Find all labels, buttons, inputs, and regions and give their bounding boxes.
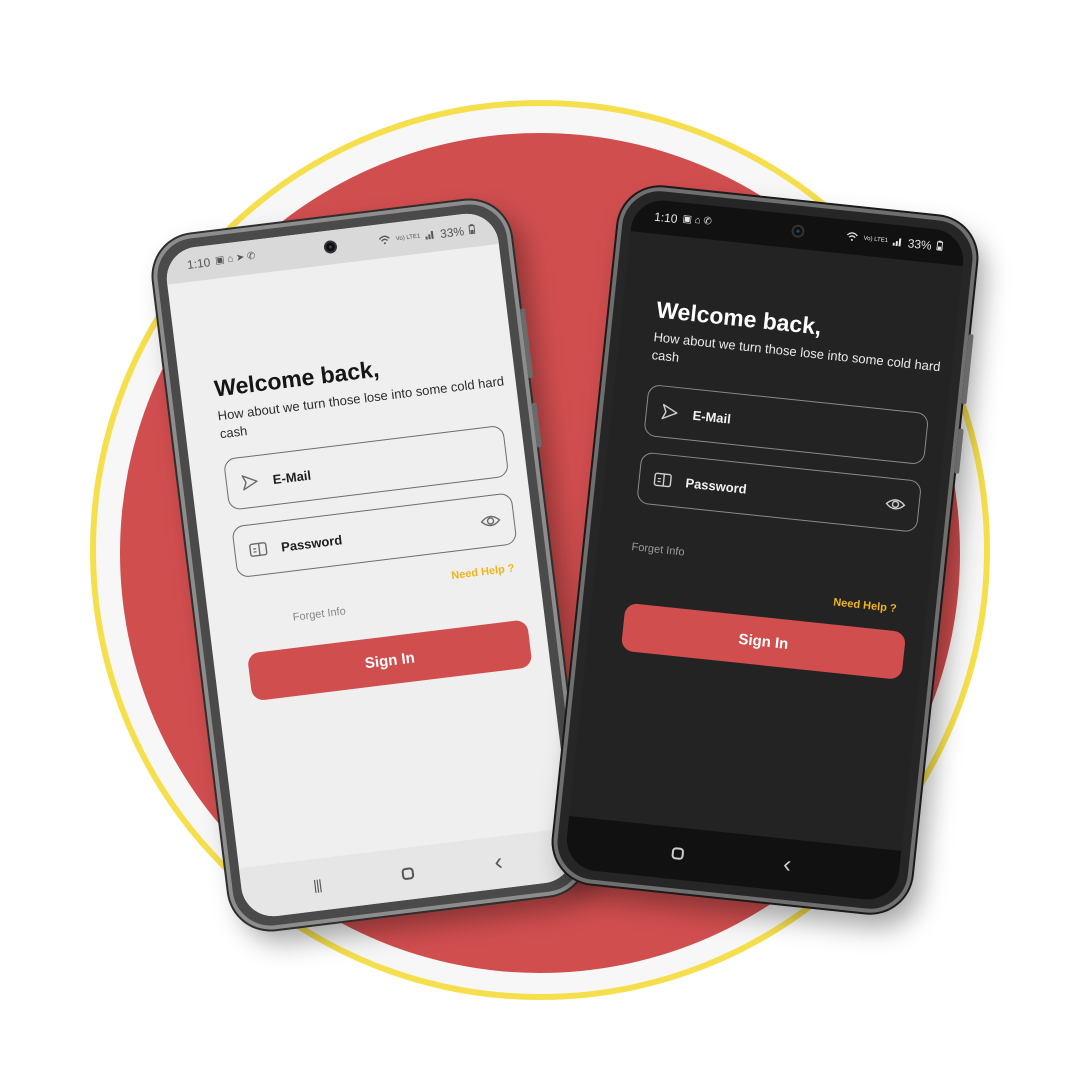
phone-dark-mode: 1:10 ▣ ⌂ ✆ Vo) LTE1 33% Welcome back, Ho…	[549, 183, 981, 917]
notification-icons: ▣ ⌂ ➤ ✆	[214, 250, 257, 267]
email-label: E-Mail	[691, 407, 732, 427]
back-icon[interactable]: ‹	[477, 845, 520, 880]
status-time: 1:10	[186, 255, 212, 273]
email-label: E-Mail	[271, 467, 312, 487]
login-form: Welcome back, How about we turn those lo…	[564, 231, 963, 902]
battery-icon	[468, 223, 476, 237]
id-card-icon	[246, 537, 271, 562]
home-icon[interactable]	[656, 837, 699, 871]
sign-in-button[interactable]: Sign In	[246, 619, 533, 702]
network-label: Vo) LTE1	[395, 233, 421, 243]
signal-icon	[892, 235, 903, 249]
password-label: Password	[684, 474, 748, 497]
send-icon	[238, 470, 263, 495]
eye-icon[interactable]	[883, 492, 907, 516]
status-time: 1:10	[653, 209, 679, 226]
need-help-link[interactable]: Need Help ?	[451, 562, 516, 582]
password-field[interactable]: Password	[636, 451, 923, 533]
forget-info-link[interactable]: Forget Info	[292, 605, 346, 623]
battery-icon	[936, 239, 944, 254]
home-icon[interactable]	[386, 856, 429, 891]
id-card-icon	[651, 468, 675, 492]
battery-percent: 33%	[907, 236, 933, 253]
forget-info-link[interactable]: Forget Info	[631, 541, 685, 558]
wifi-icon	[846, 230, 859, 244]
wifi-icon	[378, 234, 391, 248]
send-icon	[658, 400, 682, 424]
recents-icon[interactable]: |||	[296, 867, 339, 902]
screen-light: 1:10 ▣ ⌂ ➤ ✆ Vo) LTE1 33% Welcome back, …	[163, 210, 577, 920]
battery-percent: 33%	[439, 224, 465, 241]
email-field[interactable]: E-Mail	[643, 383, 930, 466]
screen-dark: 1:10 ▣ ⌂ ✆ Vo) LTE1 33% Welcome back, Ho…	[563, 197, 967, 903]
volume-button	[961, 334, 974, 405]
network-label: Vo) LTE1	[863, 235, 889, 245]
login-form: Welcome back, How about we turn those lo…	[167, 244, 577, 920]
signal-icon	[424, 228, 436, 242]
password-label: Password	[280, 531, 343, 555]
back-icon[interactable]: ‹	[766, 848, 809, 882]
notification-icons: ▣ ⌂ ✆	[681, 213, 713, 228]
need-help-link[interactable]: Need Help ?	[833, 596, 897, 615]
sign-in-button[interactable]: Sign In	[620, 602, 907, 680]
eye-icon[interactable]	[478, 509, 503, 534]
